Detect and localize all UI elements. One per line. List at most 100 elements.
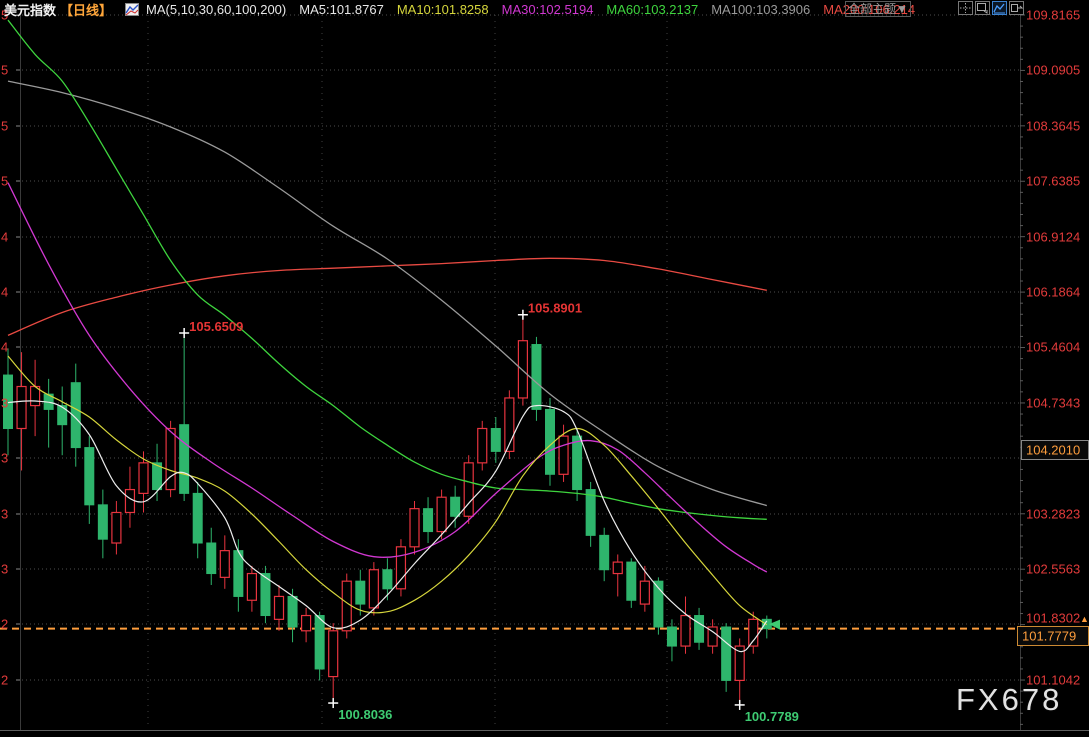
candle	[694, 607, 705, 650]
candle-body	[165, 427, 176, 491]
left-axis-digit: 3	[1, 396, 8, 411]
candle-body	[219, 550, 230, 578]
candle	[382, 558, 393, 601]
candle	[585, 481, 596, 547]
left-axis-digit: 5	[1, 119, 8, 134]
candle-body	[314, 615, 325, 670]
toolbar: 美元指数 【日线】 MA(5,10,30,60,100,200) MA5:101…	[4, 0, 915, 18]
candle-body	[409, 508, 420, 548]
left-axis-digit: 3	[1, 451, 8, 466]
right-axis-label: 105.4604	[1026, 340, 1080, 355]
instrument-title: 美元指数	[4, 2, 57, 18]
candle	[152, 443, 163, 502]
candle-body	[97, 504, 108, 540]
candle-body	[477, 427, 488, 464]
candle	[111, 501, 122, 555]
candle-body	[531, 344, 542, 410]
candle-body	[355, 580, 366, 605]
candle	[572, 428, 583, 502]
left-axis-digit: 2	[1, 617, 8, 632]
candlestick-chart[interactable]: 105.6509 105.8901 100.8036 100.7789 109.8165…	[0, 0, 1089, 737]
layout-window-button[interactable]	[975, 1, 990, 15]
chart-window: 105.6509 105.8901 100.8036 100.7789 109.8165…	[0, 0, 1089, 737]
candle	[517, 314, 529, 406]
ma100-legend: MA100:103.3906	[711, 1, 811, 17]
right-axis: 109.8165 109.0905 108.3645 107.6385 106.9124…	[1017, 8, 1089, 688]
ma5-legend: MA5:101.8767	[299, 1, 384, 17]
candle	[653, 577, 664, 635]
ma100-line	[7, 80, 767, 507]
candle-body	[84, 447, 95, 506]
right-axis-label: 101.7779	[1022, 629, 1076, 644]
candle-body	[124, 488, 136, 514]
left-axis-digit: 3	[1, 507, 8, 522]
candle-body	[748, 618, 759, 647]
candle-body	[572, 435, 583, 491]
candle	[504, 390, 515, 460]
export-window-button[interactable]	[1009, 1, 1024, 15]
window-controls	[958, 1, 1024, 15]
candle	[314, 611, 325, 681]
right-axis-label: 108.3645	[1026, 119, 1080, 134]
ma200-line	[7, 257, 767, 336]
candle	[450, 485, 461, 528]
candle-body	[666, 626, 677, 647]
candle-body	[341, 580, 352, 632]
candle	[124, 466, 136, 528]
left-axis-digit: 4	[1, 340, 8, 355]
candle	[531, 336, 542, 421]
right-axis-label: 106.9124	[1026, 230, 1080, 245]
candle-body	[111, 511, 122, 544]
price-up-arrow-icon: ▲	[1080, 614, 1089, 624]
candle-body	[694, 615, 705, 643]
candle	[490, 417, 501, 463]
candle	[246, 565, 257, 612]
right-axis-label: 109.8165	[1026, 8, 1080, 23]
candle	[341, 573, 352, 639]
candle-body	[138, 462, 149, 494]
low-annotation: 100.8036	[328, 698, 392, 722]
high-label: 105.8901	[528, 301, 582, 316]
left-axis-digit: 5	[1, 63, 8, 78]
candle	[734, 638, 745, 705]
candle-body	[612, 561, 623, 575]
left-axis-digit: 4	[1, 285, 8, 300]
candle-body	[246, 572, 257, 601]
theme-dropdown-button[interactable]: 全部主题▼	[845, 1, 911, 17]
candle	[463, 455, 474, 524]
candle-body	[206, 542, 217, 575]
candle-body	[490, 427, 501, 452]
candle-body	[423, 508, 434, 533]
right-axis-label: 104.2010	[1026, 443, 1080, 458]
candle-body	[57, 405, 68, 426]
low-label: 100.7789	[745, 709, 799, 724]
high-annotation: 105.6509	[179, 319, 243, 339]
candle-body	[450, 496, 461, 517]
axes	[0, 10, 1089, 731]
crosshair-grid-icon	[960, 3, 971, 13]
right-axis-label: 104.7343	[1026, 396, 1080, 411]
right-axis-label: 107.6385	[1026, 174, 1080, 189]
low-annotation: 100.7789	[734, 699, 799, 724]
chart-type-icon	[125, 2, 140, 16]
low-label: 100.8036	[338, 707, 392, 722]
candle-body	[301, 614, 312, 632]
candle	[409, 501, 420, 555]
candle	[626, 558, 637, 608]
watermark: FX678	[956, 682, 1063, 717]
candle-body	[192, 492, 203, 544]
left-axis-digit: 3	[1, 562, 8, 577]
candle	[219, 535, 230, 589]
ma30-legend: MA30:102.5194	[501, 1, 594, 17]
candle	[206, 527, 217, 585]
candle-body	[179, 424, 190, 494]
candle-body	[382, 569, 393, 590]
crosshair-grid-button[interactable]	[958, 1, 973, 15]
candle-body	[558, 435, 569, 475]
layout-window-icon	[977, 3, 988, 14]
area-chart-button[interactable]	[992, 1, 1007, 15]
candle-body	[287, 595, 298, 628]
candle-body	[463, 462, 474, 517]
left-axis: 5555444333322	[1, 8, 8, 688]
candle-body	[328, 630, 339, 678]
